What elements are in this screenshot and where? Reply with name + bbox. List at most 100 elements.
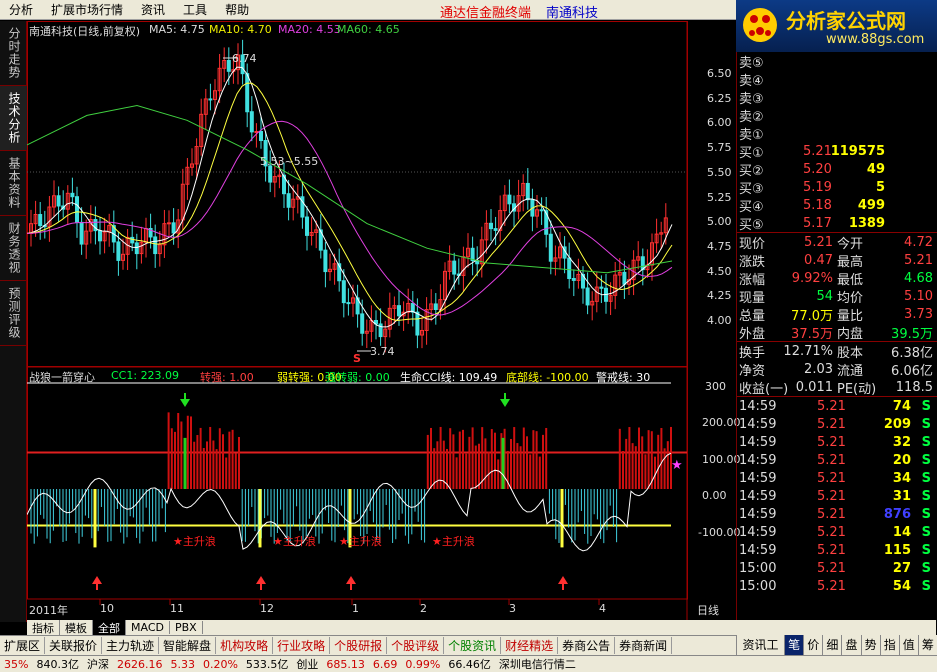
status-sh-amount: 840.3亿 <box>36 658 79 671</box>
stats-value: 118.5 <box>895 379 933 395</box>
func-related-quote[interactable]: 关联报价 <box>45 637 103 654</box>
ma10-label: MA10: 4.70 <box>209 23 272 36</box>
sell-level-row[interactable]: 卖② <box>737 106 937 125</box>
tick-volume: 32 <box>892 434 911 450</box>
quote-value: 9.92% <box>791 270 833 286</box>
view-tick-button[interactable]: 笔 <box>784 635 804 655</box>
candle-body <box>489 222 493 230</box>
func-broker-notice[interactable]: 券商公告 <box>558 637 616 654</box>
tab-technical[interactable]: 技术分析 <box>0 86 27 151</box>
sell-level-row[interactable]: 卖⑤ <box>737 52 937 71</box>
quote-value: 5.21 <box>804 234 833 250</box>
tick-row[interactable]: 14:59 5.21 14 S <box>737 523 937 541</box>
quote-value: 0.47 <box>804 252 833 268</box>
menu-item-extended-market[interactable]: 扩展市场行情 <box>42 1 132 18</box>
func-stock-news[interactable]: 个股资讯 <box>444 637 502 654</box>
view-index-button[interactable]: 指 <box>879 635 899 655</box>
tab-macd[interactable]: MACD <box>126 621 170 634</box>
menu-item-analysis[interactable]: 分析 <box>0 1 42 18</box>
kline-chart[interactable]: ★ <box>27 21 736 621</box>
tab-all[interactable]: 全部 <box>93 619 126 636</box>
tick-row[interactable]: 15:00 5.21 54 S <box>737 577 937 595</box>
func-industry-strategy[interactable]: 行业攻略 <box>273 637 331 654</box>
buy-level-row[interactable]: 买③ 5.19 5 <box>737 178 937 197</box>
func-extend-area[interactable]: 扩展区 <box>0 637 46 654</box>
tick-row[interactable]: 14:59 5.21 74 S <box>737 397 937 415</box>
tick-list: 14:59 5.21 74 S 14:59 5.21 209 S 14:59 5.21 32 S 14:… <box>737 397 937 595</box>
tick-row[interactable]: 15:00 5.21 27 S <box>737 559 937 577</box>
func-stock-research[interactable]: 个股研报 <box>330 637 388 654</box>
sell-level-row[interactable]: 卖④ <box>737 70 937 89</box>
view-detail-button[interactable]: 细 <box>822 635 841 655</box>
trading-terminal-window: 分析 扩展市场行情 资讯 工具 帮助 通达信金融终端 南通科技 分析家公式网 w… <box>0 0 937 672</box>
stats-value: 0.011 <box>795 379 833 395</box>
tab-pbx[interactable]: PBX <box>170 621 203 634</box>
func-finance-pick[interactable]: 财经精选 <box>501 637 559 654</box>
period-label[interactable]: 日线 <box>697 602 719 618</box>
view-value-button[interactable]: 值 <box>898 635 918 655</box>
candle-body <box>585 287 590 306</box>
tab-template[interactable]: 模板 <box>60 619 93 636</box>
view-chips-button[interactable]: 筹 <box>917 635 937 655</box>
tick-time: 14:59 <box>739 470 777 486</box>
buy-level-row[interactable]: 买④ 5.18 499 <box>737 196 937 215</box>
right-view-buttons: 资讯工场 笔 价 细 盘 势 指 值 筹 <box>736 635 937 672</box>
buy-level-row[interactable]: 买① 5.21 119575 <box>737 142 937 161</box>
view-board-button[interactable]: 盘 <box>841 635 860 655</box>
tab-fundamentals[interactable]: 基本资料 <box>0 151 27 216</box>
quote-value: 3.73 <box>904 306 933 322</box>
menu-item-help[interactable]: 帮助 <box>216 1 258 18</box>
tab-financials[interactable]: 财务透视 <box>0 216 27 281</box>
tick-row[interactable]: 14:59 5.21 876 S <box>737 505 937 523</box>
sell-level-label: 卖③ <box>739 91 764 107</box>
func-inst-strategy[interactable]: 机构攻略 <box>216 637 274 654</box>
tab-intraday[interactable]: 分时走势 <box>0 21 27 86</box>
func-info-workshop[interactable]: 资讯工场 <box>736 635 784 672</box>
tick-time: 14:59 <box>739 416 777 432</box>
sell-level-label: 卖④ <box>739 73 764 89</box>
stats-value: 2.03 <box>804 361 833 377</box>
logo-title: 分析家公式网 <box>786 9 906 33</box>
stats-row: 收益(一) 0.011 PE(动) 118.5 <box>737 378 937 397</box>
quote-row: 外盘 37.5万 内盘 39.5万 <box>737 323 937 342</box>
chart-area[interactable]: ★ 南通科技(日线,前复权) MA5: 4.75 MA10: 4.70 MA20… <box>27 21 741 621</box>
zhuanqiang-value: 转强: 1.00 <box>200 371 254 384</box>
buy-level-row[interactable]: 买② 5.20 49 <box>737 160 937 179</box>
candle-body <box>599 286 604 289</box>
bottom-line-value: 底部线: -100.00 <box>506 371 589 384</box>
buy-level-price: 5.21 <box>803 143 832 159</box>
status-sz-change: 5.33 <box>170 657 195 671</box>
status-gem-change: 6.69 <box>372 657 398 671</box>
func-smart-analysis[interactable]: 智能解盘 <box>159 637 217 654</box>
buy-level-label: 买① <box>739 145 764 161</box>
status-sz-amount: 533.5亿 <box>245 658 289 671</box>
menu-item-tools[interactable]: 工具 <box>174 1 216 18</box>
func-main-track[interactable]: 主力轨迹 <box>102 637 160 654</box>
tick-volume: 27 <box>892 560 911 576</box>
quote-value: 5.10 <box>904 288 933 304</box>
tab-forecast[interactable]: 预测评级 <box>0 281 27 346</box>
tick-row[interactable]: 14:59 5.21 115 S <box>737 541 937 559</box>
tab-indicator[interactable]: 指标 <box>27 619 60 636</box>
price-axis-tick: 5.25 <box>707 190 732 204</box>
tick-time: 15:00 <box>739 560 777 576</box>
candle-body <box>539 209 544 212</box>
quote-key: 最低 <box>837 272 864 288</box>
tick-row[interactable]: 14:59 5.21 32 S <box>737 433 937 451</box>
warning-line-value: 警戒线: 30 <box>596 371 651 384</box>
menu-item-info[interactable]: 资讯 <box>132 1 174 18</box>
view-price-button[interactable]: 价 <box>803 635 822 655</box>
tick-row[interactable]: 14:59 5.21 209 S <box>737 415 937 433</box>
view-trend-button[interactable]: 势 <box>860 635 880 655</box>
buy-level-row[interactable]: 买⑤ 5.17 1389 <box>737 214 937 233</box>
sell-level-row[interactable]: 卖① <box>737 124 937 143</box>
tick-row[interactable]: 14:59 5.21 20 S <box>737 451 937 469</box>
func-stock-rating[interactable]: 个股评级 <box>387 637 445 654</box>
status-bar: 35% 840.3亿 沪深 2626.16 5.33 0.20% 533.5亿 … <box>0 655 937 672</box>
tick-row[interactable]: 14:59 5.21 34 S <box>737 469 937 487</box>
price-axis-tick: 4.50 <box>707 264 732 278</box>
rise-arrow-icon <box>256 576 266 584</box>
sell-level-row[interactable]: 卖③ <box>737 88 937 107</box>
tick-row[interactable]: 14:59 5.21 31 S <box>737 487 937 505</box>
func-broker-news[interactable]: 券商新闻 <box>615 637 673 654</box>
